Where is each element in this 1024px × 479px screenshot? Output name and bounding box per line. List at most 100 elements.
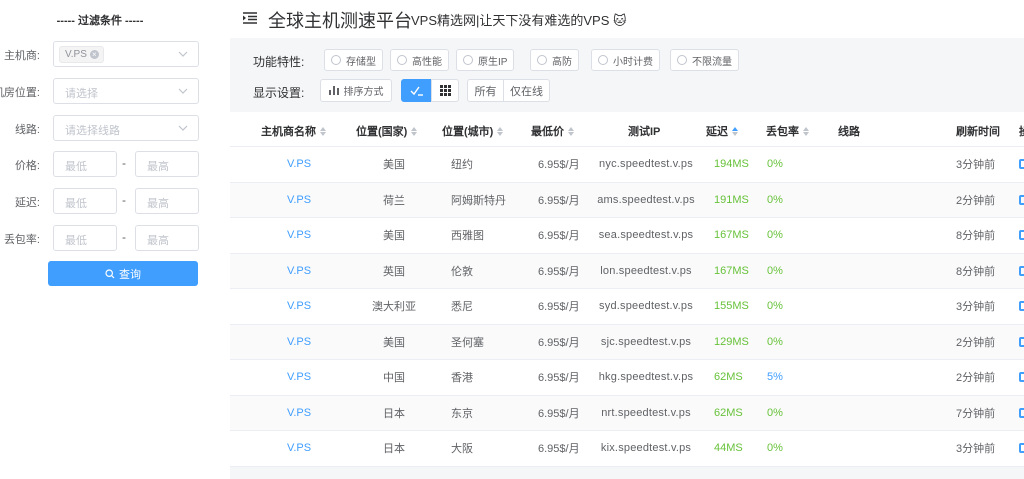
table-row: V.PS 荷兰 阿姆斯特丹 6.95$/月 ams.speedtest.v.ps 191M… bbox=[230, 182, 1024, 218]
latency-min-input[interactable]: 最低 bbox=[53, 188, 117, 214]
copy-icon[interactable] bbox=[1019, 194, 1024, 205]
price-min-input[interactable]: 最低 bbox=[53, 151, 117, 177]
city-cell: 悉尼 bbox=[451, 301, 473, 314]
price-cell: 6.95$/月 bbox=[538, 265, 580, 278]
table-row: V.PS 美国 圣何塞 6.95$/月 sjc.speedtest.v.ps 129MS 0… bbox=[230, 324, 1024, 360]
feature-checkbox[interactable]: 存储型 bbox=[324, 49, 383, 71]
country-cell: 美国 bbox=[383, 336, 405, 349]
sort-button[interactable]: 排序方式 bbox=[320, 79, 392, 102]
checkbox-circle-icon bbox=[463, 55, 473, 65]
checkbox-circle-icon bbox=[397, 55, 407, 65]
col-host-label: 主机商名称 bbox=[261, 126, 316, 138]
country-cell: 美国 bbox=[383, 230, 405, 243]
city-cell: 西雅图 bbox=[451, 230, 484, 243]
col-loss[interactable]: 丢包率 bbox=[766, 123, 809, 139]
sort-caret-icon[interactable] bbox=[732, 126, 738, 136]
host-cell[interactable]: V.PS bbox=[287, 371, 311, 383]
latency-cell: 129MS bbox=[714, 335, 749, 348]
price-label: 价格: bbox=[14, 160, 40, 172]
sort-caret-icon[interactable] bbox=[568, 126, 574, 136]
refresh-cell: 8分钟前 bbox=[956, 265, 996, 278]
copy-icon[interactable] bbox=[1019, 301, 1024, 312]
grid-view-button[interactable] bbox=[431, 79, 459, 102]
price-max-input[interactable]: 最高 bbox=[135, 151, 199, 177]
loss-min-input[interactable]: 最低 bbox=[53, 225, 117, 251]
copy-icon-shape bbox=[1019, 372, 1024, 383]
sort-caret-icon[interactable] bbox=[803, 126, 809, 136]
col-host[interactable]: 主机商名称 bbox=[261, 123, 326, 139]
tag-close-icon[interactable]: × bbox=[89, 50, 99, 59]
loss-cell: 0% bbox=[767, 193, 783, 206]
col-ip: 测试IP bbox=[628, 123, 660, 139]
host-cell[interactable]: V.PS bbox=[287, 442, 311, 454]
copy-icon[interactable] bbox=[1019, 265, 1024, 276]
loss-max-input[interactable]: 最高 bbox=[135, 225, 199, 251]
latency-max-input[interactable]: 最高 bbox=[135, 188, 199, 214]
checkbox-circle-icon bbox=[598, 55, 608, 65]
price-cell: 6.95$/月 bbox=[538, 194, 580, 207]
price-cell: 6.95$/月 bbox=[538, 336, 580, 349]
price-max-placeholder: 最高 bbox=[147, 161, 169, 173]
menu-fold-icon[interactable] bbox=[243, 12, 257, 24]
feature-checkbox[interactable]: 原生IP bbox=[456, 49, 515, 71]
col-latency[interactable]: 延迟 bbox=[706, 123, 738, 139]
col-price[interactable]: 最低价 bbox=[531, 123, 574, 139]
ip-cell: lon.speedtest.v.ps bbox=[600, 264, 692, 277]
refresh-cell: 2分钟前 bbox=[956, 336, 996, 349]
table-row: V.PS 日本 东京 6.95$/月 nrt.speedtest.v.ps 62MS 0% 7… bbox=[230, 395, 1024, 431]
price-cell: 6.95$/月 bbox=[538, 159, 580, 172]
feature-checkbox[interactable]: 小时计费 bbox=[591, 49, 660, 71]
line-select[interactable]: 请选择线路 bbox=[53, 115, 199, 141]
price-dash: - bbox=[122, 156, 126, 170]
refresh-cell: 2分钟前 bbox=[956, 372, 996, 385]
filter-online-button[interactable]: 仅在线 bbox=[503, 79, 550, 102]
col-loss-label: 丢包率 bbox=[766, 126, 799, 138]
ip-cell: nrt.speedtest.v.ps bbox=[601, 406, 691, 419]
filter-host-row: 主机商: V.PS × bbox=[0, 41, 230, 67]
feature-checkbox[interactable]: 高性能 bbox=[390, 49, 449, 71]
checkbox-circle-icon bbox=[331, 55, 341, 65]
copy-icon[interactable] bbox=[1019, 372, 1024, 383]
col-city[interactable]: 位置(城市) bbox=[442, 123, 504, 139]
copy-icon[interactable] bbox=[1019, 443, 1024, 454]
host-tag-label: V.PS bbox=[65, 49, 87, 60]
host-cell[interactable]: V.PS bbox=[287, 407, 311, 419]
sort-caret-icon[interactable] bbox=[411, 126, 418, 136]
filter-all-button[interactable]: 所有 bbox=[467, 79, 504, 102]
host-cell[interactable]: V.PS bbox=[287, 265, 311, 277]
feature-label: 存储型 bbox=[346, 56, 376, 68]
price-cell: 6.95$/月 bbox=[538, 230, 580, 243]
feature-checkbox[interactable]: 不限流量 bbox=[670, 49, 739, 71]
location-select[interactable]: 请选择 bbox=[53, 78, 199, 104]
search-button[interactable]: 查询 bbox=[48, 261, 198, 286]
feature-checkbox[interactable]: 高防 bbox=[530, 49, 579, 71]
loss-dash: - bbox=[122, 230, 126, 244]
feature-label: 不限流量 bbox=[692, 56, 732, 68]
copy-icon[interactable] bbox=[1019, 159, 1024, 170]
city-cell: 香港 bbox=[451, 372, 473, 385]
sort-caret-icon[interactable] bbox=[320, 126, 326, 136]
loss-cell: 0% bbox=[767, 406, 783, 419]
country-cell: 日本 bbox=[383, 407, 405, 420]
host-cell[interactable]: V.PS bbox=[287, 158, 311, 170]
page-subtitle: VPS精选网|让天下没有难选的VPS 🐱 bbox=[411, 13, 627, 28]
copy-icon[interactable] bbox=[1019, 230, 1024, 241]
copy-icon-shape bbox=[1019, 301, 1024, 312]
host-cell[interactable]: V.PS bbox=[287, 229, 311, 241]
copy-icon[interactable] bbox=[1019, 407, 1024, 418]
price-cell: 6.95$/月 bbox=[538, 443, 580, 456]
host-cell[interactable]: V.PS bbox=[287, 336, 311, 348]
loss-cell: 0% bbox=[767, 442, 783, 455]
host-select[interactable]: V.PS × bbox=[53, 41, 199, 67]
sort-caret-icon[interactable] bbox=[497, 126, 504, 136]
latency-min-placeholder: 最低 bbox=[65, 198, 87, 210]
table-row: V.PS 美国 纽约 6.95$/月 nyc.speedtest.v.ps 194MS 0%… bbox=[230, 147, 1024, 183]
host-cell[interactable]: V.PS bbox=[287, 300, 311, 312]
table-header: 主机商名称 位置(国家) 位置(城市) 最低价 测试IP 延迟 丢包率 线路 刷… bbox=[230, 112, 1024, 147]
copy-icon[interactable] bbox=[1019, 336, 1024, 347]
list-view-button[interactable] bbox=[401, 79, 432, 102]
col-country[interactable]: 位置(国家) bbox=[356, 123, 418, 139]
host-cell[interactable]: V.PS bbox=[287, 194, 311, 206]
table-row: V.PS 美国 西雅图 6.95$/月 sea.speedtest.v.ps 167MS 0… bbox=[230, 218, 1024, 254]
refresh-cell: 3分钟前 bbox=[956, 443, 996, 456]
